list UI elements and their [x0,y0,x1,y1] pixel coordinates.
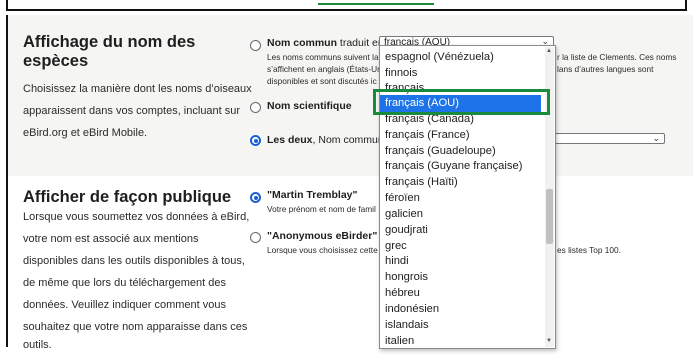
public-desc-line3: disponibles dans les outils disponibles … [23,255,245,267]
dropdown-option[interactable]: hongrois [385,269,428,286]
option-common-name-label: Nom commun traduit en [267,37,384,49]
common-name-help-right-2: lans d’autres langues sont [557,64,654,74]
anonymous-help: Lorsque vous choisissez cette [267,245,378,255]
top-green-link-underline [318,3,434,5]
common-name-help-right-1: r la liste de Clements. Ces noms [557,52,677,62]
anonymous-help-right: es listes Top 100. [557,245,621,255]
dropdown-option[interactable]: français (France) [385,127,470,144]
public-desc-line5: données. Veuillez indiquer comment vous [23,299,227,311]
section-title-public: Afficher de façon publique [23,188,232,206]
dropdown-option[interactable]: goudjrati [385,222,428,239]
dropdown-option[interactable]: galicien [385,206,423,223]
scrollbar-thumb[interactable] [546,189,553,244]
top-frame [6,0,687,11]
radio-common-name[interactable] [250,40,261,51]
species-desc-line3: eBird.org et eBird Mobile. [23,127,148,139]
radio-scientific-name[interactable] [250,102,261,113]
dropdown-option[interactable]: hindi [385,253,409,270]
both-bold: Les deux [267,134,313,146]
common-name-help-1: Les noms communs suivent la [267,52,379,62]
top-bar [0,0,693,14]
species-desc-line2: apparaissent dans vos comptes, incluant … [23,105,241,117]
dropdown-option[interactable]: indonésien [385,301,439,318]
option-both-label: Les deux, Nom commun a [267,134,392,146]
common-name-bold: Nom commun [267,37,338,49]
common-name-rest: traduit en [337,37,384,49]
public-desc-line2: votre nom est associé aux mentions [23,233,199,245]
section-title-species-line1: Affichage du nom des [23,33,196,51]
common-name-help-2: s’affichent en anglais (États-Un [267,64,382,74]
option-real-name-label: "Martin Tremblay" [267,189,358,201]
dropdown-option[interactable]: islandais [385,317,429,334]
option-scientific-name-label: Nom scientifique [267,100,352,112]
dropdown-option[interactable]: hébreu [385,285,420,302]
dropdown-option[interactable]: français (Guyane française) [385,158,522,175]
scroll-down-arrow-icon[interactable]: ▼ [546,338,552,344]
public-desc-line7: outils. [23,339,52,351]
public-desc-line4: de même que lors du téléchargement des [23,277,227,289]
section-title-species-line2: espèces [23,52,89,70]
scroll-up-arrow-icon[interactable]: ▲ [546,48,552,54]
radio-both-names[interactable] [250,135,261,146]
real-name-help: Votre prénom et nom de famil [267,204,376,214]
public-desc-line1: Lorsque vous soumettez vos données à eBi… [23,211,250,223]
dropdown-option[interactable]: français (Haïti) [385,174,458,191]
chevron-down-icon: ⌄ [652,133,660,143]
species-desc-line1: Choisissez la manière dont les noms d’oi… [23,83,252,95]
option-anonymous-label: "Anonymous eBirder" [267,230,378,242]
both-names-select[interactable]: ⌄ [555,133,665,144]
public-desc-line6: souhaitez que votre nom apparaisse dans … [23,321,248,333]
dropdown-option[interactable]: espagnol (Vénézuela) [385,49,494,66]
radio-anonymous[interactable] [250,232,261,243]
common-name-help-3: disponibles et sont discutés ic [267,76,377,86]
radio-real-name[interactable] [250,192,261,203]
dropdown-option[interactable]: féroïen [385,190,420,207]
highlight-box [373,89,550,115]
